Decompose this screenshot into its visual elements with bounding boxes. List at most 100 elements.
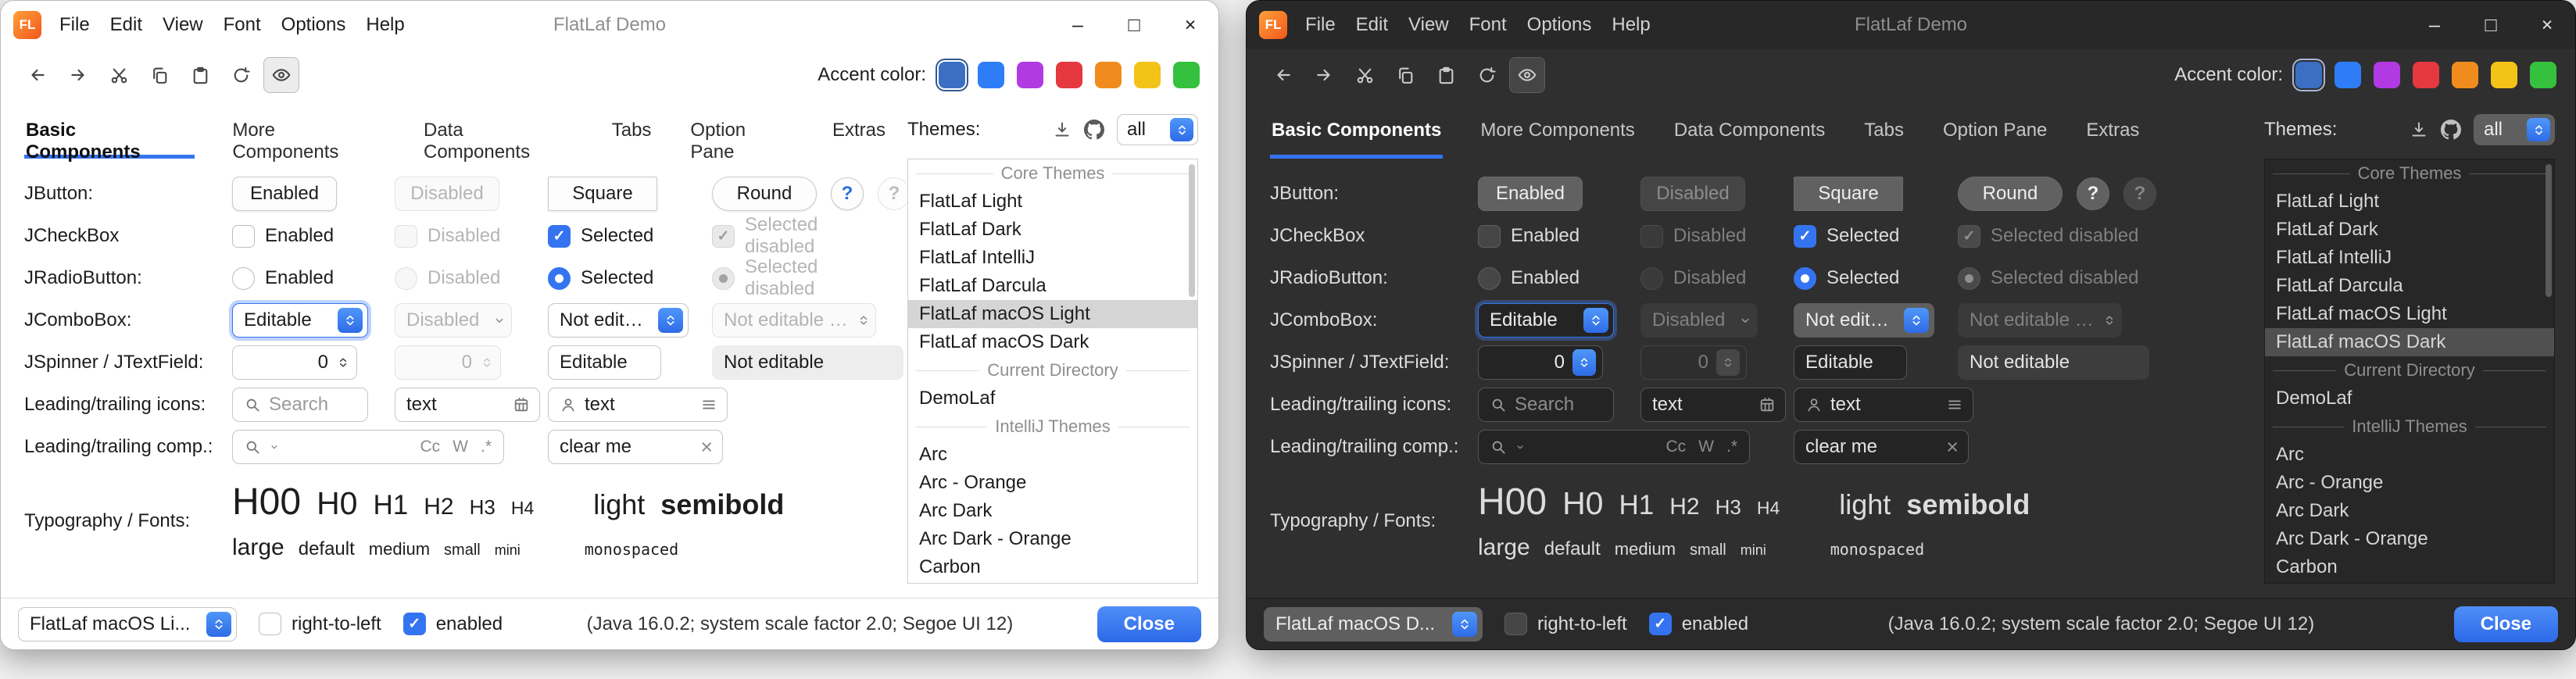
date-field[interactable]: text	[395, 388, 540, 422]
theme-list-item[interactable]: FlatLaf Darcula	[908, 272, 1197, 300]
tab-more-components[interactable]: More Components	[1479, 101, 1636, 159]
themes-list[interactable]: Core Themes FlatLaf Light FlatLaf Dark F…	[907, 159, 1198, 584]
tab-more-components[interactable]: More Components	[231, 101, 386, 159]
help-button[interactable]: ?	[831, 177, 864, 210]
right-to-left-checkbox[interactable]: right-to-left	[1504, 613, 1627, 635]
editable-combobox[interactable]: Editable	[232, 303, 368, 338]
chevron-down-icon[interactable]	[269, 441, 280, 452]
theme-list-item[interactable]: Cobalt 2	[2265, 581, 2554, 584]
minimize-button[interactable]: –	[1050, 1, 1106, 49]
regex-toggle[interactable]: .*	[478, 438, 494, 456]
cut-button[interactable]	[101, 57, 137, 93]
tab-data-components[interactable]: Data Components	[422, 101, 574, 159]
menu-font[interactable]: Font	[213, 8, 271, 42]
theme-list-item[interactable]: DemoLaf	[2265, 384, 2554, 413]
back-button[interactable]	[20, 57, 55, 93]
github-icon[interactable]	[2441, 120, 2461, 140]
checkbox-enabled[interactable]: Enabled	[1478, 225, 1580, 248]
tab-option-pane[interactable]: Option Pane	[1941, 101, 2048, 159]
accent-swatch-red[interactable]	[1056, 62, 1082, 88]
calendar-icon[interactable]	[513, 396, 530, 413]
menu-options[interactable]: Options	[271, 8, 356, 42]
menu-list-icon[interactable]	[700, 396, 717, 413]
noneditable-combobox[interactable]: Not editable	[548, 303, 689, 338]
theme-combobox[interactable]: FlatLaf macOS D...	[1264, 607, 1483, 641]
editable-combobox[interactable]: Editable	[1478, 303, 1614, 338]
show-hidden-toggle[interactable]	[263, 57, 299, 93]
combo-arrow-button[interactable]	[1170, 118, 1193, 141]
download-icon[interactable]	[1053, 120, 1072, 139]
menu-list-icon[interactable]	[1946, 396, 1963, 413]
tab-extras[interactable]: Extras	[2084, 101, 2141, 159]
accent-swatch-blue[interactable]	[978, 62, 1004, 88]
enabled-button[interactable]: Enabled	[232, 177, 337, 211]
clearable-field[interactable]: clear me	[548, 430, 723, 464]
cut-button[interactable]	[1347, 57, 1383, 93]
show-hidden-toggle[interactable]	[1509, 57, 1545, 93]
theme-list-item[interactable]: Arc Dark - Orange	[908, 525, 1197, 553]
whole-word-toggle[interactable]: W	[450, 438, 470, 456]
help-button[interactable]: ?	[2077, 177, 2109, 210]
theme-list-item[interactable]: FlatLaf Light	[2265, 188, 2554, 216]
theme-list-item[interactable]: Arc Dark - Orange	[2265, 525, 2554, 553]
theme-list-item[interactable]: FlatLaf Light	[908, 188, 1197, 216]
theme-list-item[interactable]: Carbon	[2265, 553, 2554, 581]
github-icon[interactable]	[1084, 120, 1104, 140]
accent-swatch-purple[interactable]	[1017, 62, 1043, 88]
scrollbar-thumb[interactable]	[1189, 164, 1195, 297]
calendar-icon[interactable]	[1758, 396, 1776, 413]
checkbox-selected[interactable]: Selected	[1794, 225, 1899, 248]
accent-swatch-purple[interactable]	[2374, 62, 2400, 88]
theme-list-item[interactable]: FlatLaf IntelliJ	[2265, 244, 2554, 272]
theme-list-item[interactable]: FlatLaf macOS Dark	[908, 328, 1197, 356]
accent-swatch-red[interactable]	[2413, 62, 2439, 88]
editable-textfield[interactable]: Editable	[548, 345, 661, 380]
radio-enabled[interactable]: Enabled	[1478, 267, 1580, 290]
right-to-left-checkbox[interactable]: right-to-left	[259, 613, 381, 635]
menu-edit[interactable]: Edit	[100, 8, 152, 42]
combo-arrow-button[interactable]	[1452, 612, 1477, 637]
combo-arrow-button[interactable]	[658, 308, 683, 333]
round-button[interactable]: Round	[1958, 177, 2063, 211]
menu-file[interactable]: File	[1295, 8, 1346, 42]
theme-filter-combobox[interactable]: all	[2474, 114, 2555, 145]
refresh-button[interactable]	[223, 57, 259, 93]
match-case-toggle[interactable]: Cc	[417, 438, 442, 456]
user-field[interactable]: text	[1794, 388, 1973, 422]
close-dialog-button[interactable]: Close	[1097, 606, 1201, 642]
square-button[interactable]: Square	[548, 177, 657, 211]
theme-list-item[interactable]: FlatLaf macOS Light	[2265, 300, 2554, 328]
close-window-button[interactable]: ×	[1162, 1, 1218, 49]
paste-button[interactable]	[182, 57, 218, 93]
scrollbar-thumb[interactable]	[2546, 164, 2552, 297]
date-field[interactable]: text	[1640, 388, 1786, 422]
titlebar[interactable]: FL File Edit View Font Options Help Flat…	[1, 1, 1218, 49]
whole-word-toggle[interactable]: W	[1696, 438, 1716, 456]
chevron-down-icon[interactable]	[1515, 441, 1526, 452]
round-button[interactable]: Round	[712, 177, 817, 211]
tab-tabs[interactable]: Tabs	[610, 101, 653, 159]
combo-arrow-button[interactable]	[1583, 308, 1608, 333]
back-button[interactable]	[1265, 57, 1301, 93]
theme-list-item[interactable]: Arc Dark	[908, 497, 1197, 525]
theme-list-item[interactable]: DemoLaf	[908, 384, 1197, 413]
search-options-field[interactable]: Cc W .*	[232, 430, 504, 464]
radio-enabled[interactable]: Enabled	[232, 267, 334, 290]
maximize-button[interactable]: □	[1106, 1, 1162, 49]
themes-list[interactable]: Core Themes FlatLaf Light FlatLaf Dark F…	[2264, 159, 2555, 584]
tab-basic-components[interactable]: Basic Components	[1270, 101, 1443, 159]
noneditable-combobox[interactable]: Not editable	[1794, 303, 1934, 338]
match-case-toggle[interactable]: Cc	[1663, 438, 1688, 456]
menu-options[interactable]: Options	[1517, 8, 1602, 42]
accent-swatch-green[interactable]	[1173, 62, 1200, 88]
clear-icon[interactable]	[1946, 437, 1959, 458]
menu-view[interactable]: View	[152, 8, 213, 42]
tab-basic-components[interactable]: Basic Components	[24, 101, 195, 159]
refresh-button[interactable]	[1469, 57, 1504, 93]
square-button[interactable]: Square	[1794, 177, 1903, 211]
close-dialog-button[interactable]: Close	[2454, 606, 2558, 642]
accent-swatch-default[interactable]	[939, 62, 965, 88]
menu-edit[interactable]: Edit	[1346, 8, 1398, 42]
spinner[interactable]: 0	[232, 345, 357, 380]
tab-extras[interactable]: Extras	[831, 101, 887, 159]
